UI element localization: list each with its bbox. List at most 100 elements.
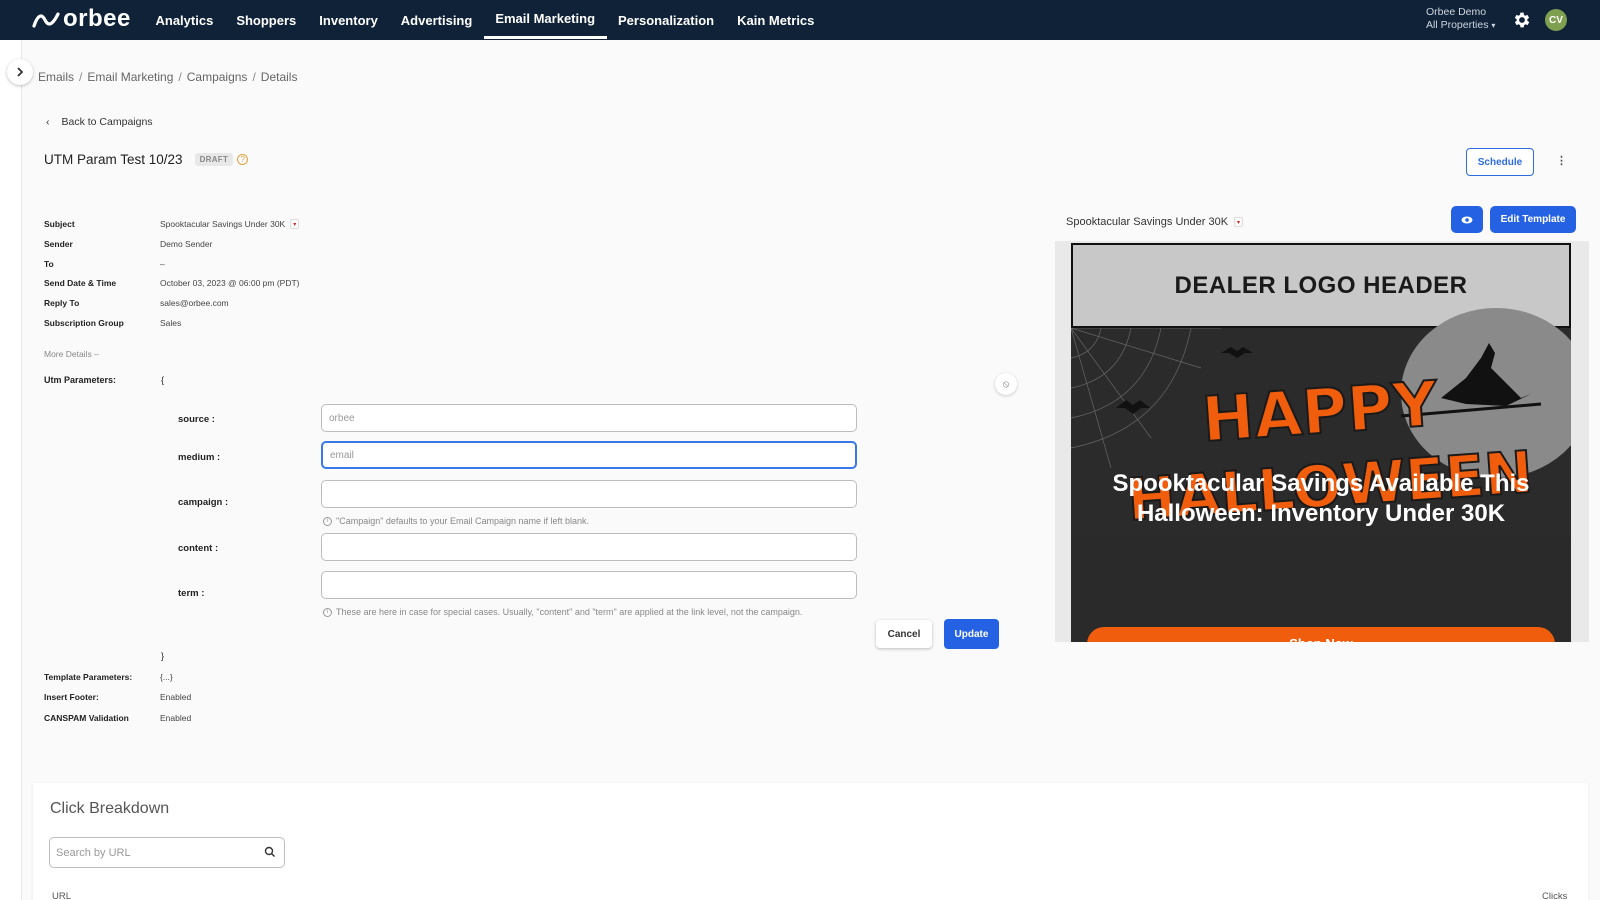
detail-reply-to: Reply To sales@orbee.com — [44, 298, 229, 308]
more-options-icon[interactable]: ⋮ — [1556, 154, 1567, 167]
sidebar-expand-button[interactable] — [7, 59, 33, 85]
detail-value: Demo Sender — [160, 239, 213, 249]
utm-campaign-input[interactable] — [321, 480, 857, 508]
nav-inventory[interactable]: Inventory — [308, 0, 390, 40]
search-icon[interactable] — [264, 846, 276, 858]
nav-analytics[interactable]: Analytics — [144, 0, 225, 40]
breadcrumb-emails[interactable]: Emails — [38, 70, 74, 84]
detail-label: Send Date & Time — [44, 278, 117, 288]
utm-open-brace: { — [161, 375, 165, 385]
nav-advertising[interactable]: Advertising — [389, 0, 484, 40]
orbee-logo[interactable]: orbee — [32, 5, 131, 32]
preview-eye-button[interactable] — [1451, 206, 1483, 233]
detail-label: Sender — [44, 239, 73, 249]
gear-icon[interactable] — [1512, 10, 1532, 30]
witch-silhouette — [1441, 343, 1531, 406]
detail-label: Subscription Group — [44, 318, 124, 328]
breadcrumb-separator: / — [79, 70, 83, 84]
back-to-campaigns-link[interactable]: ‹ Back to Campaigns — [46, 116, 153, 128]
column-header-url[interactable]: URL — [52, 891, 71, 900]
eye-icon — [1461, 216, 1473, 223]
email-headline: Spooktacular Savings Available This Hall… — [1112, 470, 1530, 527]
spider-web — [1071, 328, 1221, 469]
status-badge: DRAFT — [194, 153, 234, 166]
top-navbar: orbee Analytics Shoppers Inventory Adver… — [0, 0, 1600, 40]
url-search-input[interactable] — [50, 838, 250, 867]
bat-shape — [1221, 347, 1253, 358]
bat-shape — [1116, 400, 1150, 414]
chevron-right-icon — [17, 67, 24, 77]
utm-source-input[interactable] — [321, 404, 857, 432]
chevron-down-icon: ▾ — [1491, 21, 1496, 30]
detail-value: Enabled — [160, 713, 192, 723]
help-icon[interactable]: ? — [237, 154, 249, 165]
utm-close-brace: } — [161, 651, 165, 661]
detail-template-parameters: Template Parameters: {...} — [44, 672, 173, 682]
detail-to: To – — [44, 259, 165, 269]
detail-value: sales@orbee.com — [160, 298, 229, 308]
click-breakdown-title: Click Breakdown — [50, 800, 170, 817]
account-scope: All Properties — [1426, 19, 1489, 31]
nav-kain-metrics[interactable]: Kain Metrics — [726, 0, 826, 40]
update-button[interactable]: Update — [944, 619, 999, 649]
detail-canspam-validation: CANSPAM Validation Enabled — [44, 713, 191, 723]
preview-subject-text: Spooktacular Savings Under 30K — [1066, 216, 1229, 228]
nav-email-marketing[interactable]: Email Marketing — [483, 0, 607, 39]
nav-personalization[interactable]: Personalization — [607, 0, 726, 40]
more-details-toggle[interactable]: More Details – — [44, 349, 99, 359]
campaign-hint-text: "Campaign" defaults to your Email Campai… — [336, 516, 590, 526]
email-body: DEALER LOGO HEADER HAPPY HALLOWEEN Spook… — [1071, 243, 1571, 642]
nav-shoppers[interactable]: Shoppers — [225, 0, 308, 40]
info-icon: i — [323, 516, 332, 526]
user-avatar[interactable]: CV — [1545, 9, 1567, 31]
main-nav: Analytics Shoppers Inventory Advertising… — [144, 0, 826, 40]
logo-text: orbee — [63, 5, 131, 32]
utm-term-label: term : — [178, 588, 205, 599]
subject-flag-icon: ▾ — [1234, 217, 1244, 227]
edit-template-button[interactable]: Edit Template — [1490, 206, 1576, 233]
preview-subject: Spooktacular Savings Under 30K ▾ — [1066, 216, 1244, 228]
detail-send-date: Send Date & Time October 03, 2023 @ 06:0… — [44, 278, 300, 288]
term-hint: i These are here in case for special cas… — [323, 607, 802, 617]
url-search-box[interactable] — [49, 837, 285, 868]
subject-flag-icon: ▾ — [290, 219, 300, 229]
term-hint-text: These are here in case for special cases… — [336, 607, 803, 617]
shop-now-button[interactable]: Shop Now — [1087, 627, 1555, 642]
utm-source-label: source : — [178, 414, 215, 425]
utm-content-input[interactable] — [321, 533, 857, 561]
column-header-clicks[interactable]: Clicks — [1542, 891, 1567, 900]
utm-medium-input[interactable] — [321, 441, 857, 469]
detail-subscription-group: Subscription Group Sales — [44, 318, 181, 328]
account-switcher[interactable]: Orbee Demo All Properties ▾ — [1426, 6, 1495, 32]
utm-campaign-label: campaign : — [178, 497, 229, 508]
utm-content-label: content : — [178, 543, 219, 554]
campaign-hint: i "Campaign" defaults to your Email Camp… — [323, 516, 589, 526]
click-breakdown-card: Click Breakdown URL Clicks — [33, 783, 1588, 900]
reset-icon[interactable]: ⦸ — [995, 373, 1017, 395]
breadcrumb-separator: / — [178, 70, 182, 84]
account-name: Orbee Demo — [1426, 6, 1487, 18]
detail-value: Enabled — [160, 692, 192, 702]
utm-term-input[interactable] — [321, 571, 857, 599]
chevron-left-icon: ‹ — [46, 116, 50, 128]
detail-label: To — [44, 259, 54, 269]
template-parameters-toggle[interactable]: {...} — [160, 672, 173, 682]
cancel-button[interactable]: Cancel — [876, 620, 932, 648]
breadcrumb-campaigns[interactable]: Campaigns — [187, 70, 248, 84]
utm-medium-label: medium : — [178, 452, 221, 463]
detail-value: October 03, 2023 @ 06:00 pm (PDT) — [160, 278, 300, 288]
detail-label: Subject — [44, 219, 75, 229]
left-rail — [0, 40, 22, 900]
detail-value: Spooktacular Savings Under 30K — [160, 219, 286, 229]
info-icon: i — [323, 607, 332, 617]
detail-label: Insert Footer: — [44, 692, 99, 702]
schedule-button[interactable]: Schedule — [1466, 148, 1534, 176]
detail-value: – — [160, 259, 165, 269]
utm-parameters-label: Utm Parameters: — [44, 375, 117, 385]
detail-sender: Sender Demo Sender — [44, 239, 212, 249]
hero-happy-text: HAPPY — [1200, 367, 1441, 456]
email-preview: DEALER LOGO HEADER HAPPY HALLOWEEN Spook… — [1055, 241, 1589, 642]
detail-label: Reply To — [44, 298, 80, 308]
breadcrumb-email-marketing[interactable]: Email Marketing — [87, 70, 173, 84]
detail-label: Template Parameters: — [44, 672, 133, 682]
